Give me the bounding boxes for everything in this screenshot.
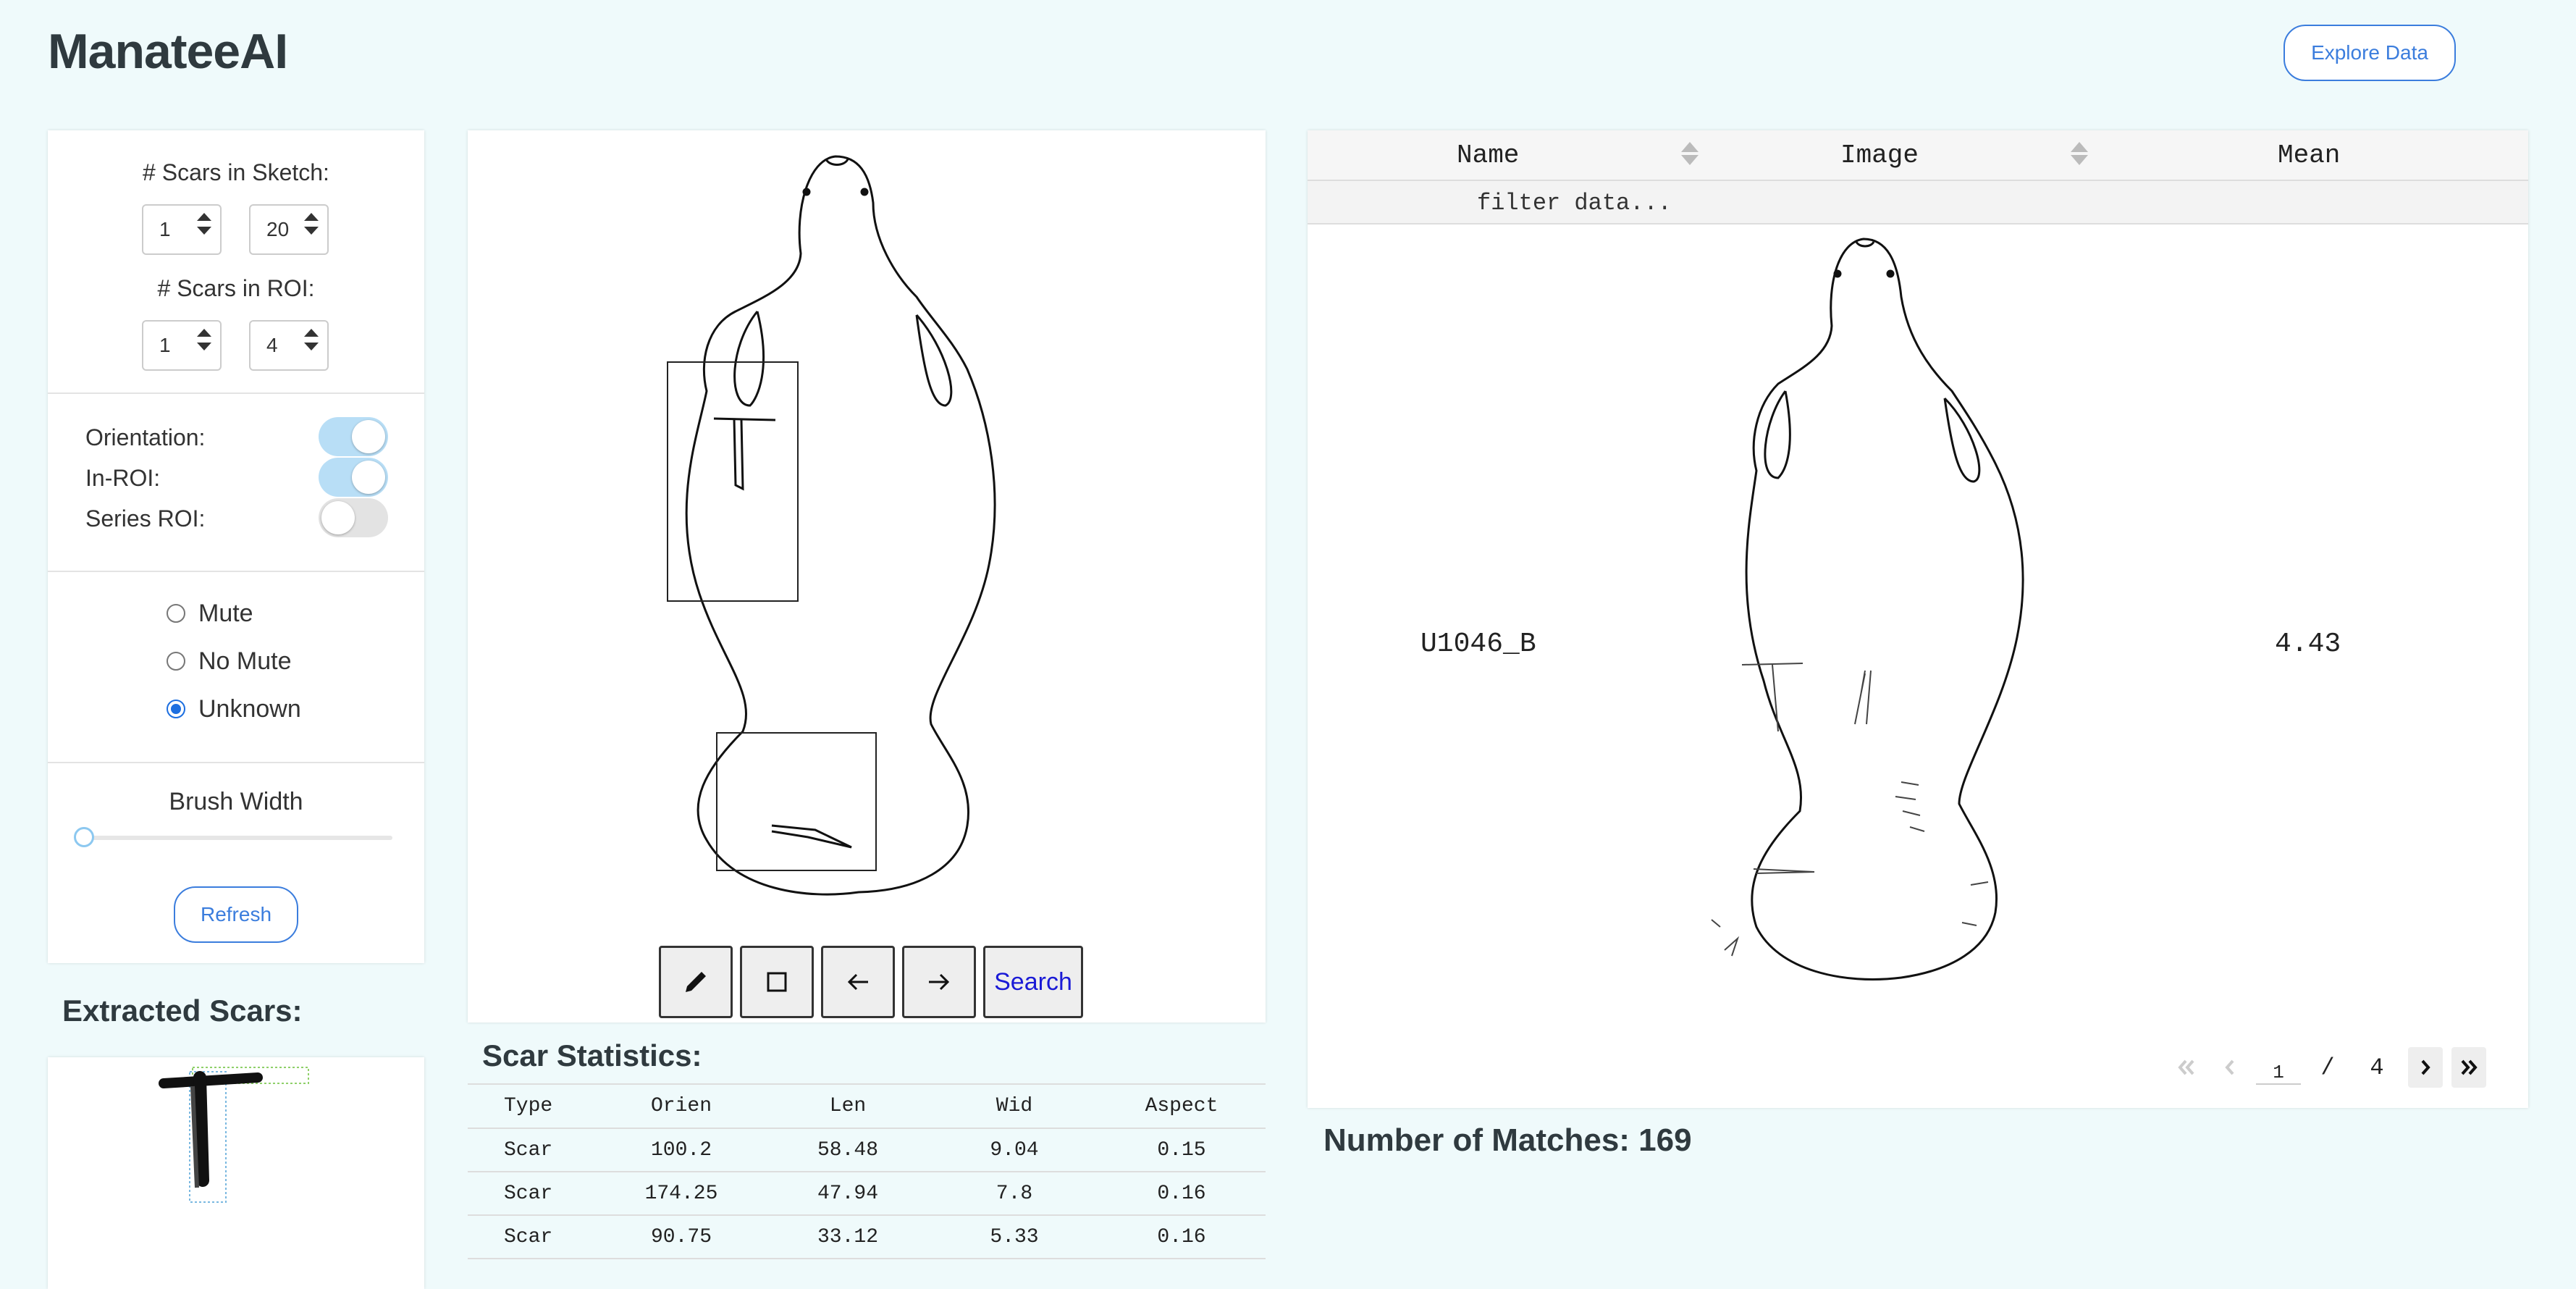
arrow-left-icon (847, 973, 868, 991)
column-header: Aspect (1098, 1085, 1266, 1129)
scars-sketch-label: # Scars in Sketch: (143, 159, 329, 185)
chevron-right-icon (2421, 1059, 2430, 1075)
grid-header: Name Image Mean (1308, 130, 2528, 181)
next-page-button[interactable] (2408, 1047, 2443, 1088)
mute-radio[interactable] (167, 604, 185, 623)
page-input[interactable]: 1 (2256, 1050, 2301, 1085)
no-mute-radio[interactable] (167, 652, 185, 671)
extracted-scars-heading: Extracted Scars: (62, 994, 303, 1028)
series-roi-label: Series ROI: (85, 505, 206, 532)
name-column-header[interactable]: Name (1457, 140, 1519, 170)
pencil-icon (686, 972, 706, 992)
brush-width-label: Brush Width (169, 788, 303, 815)
divider (48, 762, 424, 763)
results-grid: Name Image Mean filter data... U1046_B 4… (1308, 130, 2528, 1108)
pagination: 1 / 4 (2169, 1047, 2486, 1088)
arrow-right-icon (929, 973, 950, 991)
extracted-scars-panel (48, 1057, 424, 1289)
no-mute-label: No Mute (198, 647, 292, 675)
mean-column-header[interactable]: Mean (2278, 140, 2340, 170)
sort-icon[interactable] (1681, 142, 1699, 165)
pencil-tool-button[interactable] (659, 946, 733, 1018)
table-header-row: Type Orien Len Wid Aspect (468, 1085, 1266, 1129)
page-total: 4 (2370, 1054, 2384, 1081)
scars-roi-min-input[interactable]: 1 (142, 320, 222, 371)
image-column-header[interactable]: Image (1840, 140, 1919, 170)
orientation-toggle[interactable] (319, 417, 388, 456)
stepper-arrows-icon[interactable] (304, 213, 319, 235)
column-header: Type (468, 1085, 598, 1129)
unknown-radio[interactable] (167, 700, 185, 718)
divider (48, 392, 424, 394)
scars-sketch-max-input[interactable]: 20 (249, 204, 329, 255)
table-row: Scar 100.2 58.48 9.04 0.15 (468, 1128, 1266, 1172)
stepper-arrows-icon[interactable] (197, 329, 211, 350)
sketch-panel: Search (468, 130, 1266, 1023)
in-roi-label: In-ROI: (85, 465, 161, 491)
column-header: Orien (598, 1085, 765, 1129)
unknown-label: Unknown (198, 695, 301, 723)
number-of-matches: Number of Matches: 169 (1323, 1122, 1692, 1158)
series-roi-toggle[interactable] (319, 498, 388, 537)
last-page-button[interactable] (2451, 1047, 2486, 1088)
first-page-button[interactable] (2169, 1047, 2204, 1088)
brush-width-slider[interactable] (83, 836, 392, 840)
scar-statistics-table: Type Orien Len Wid Aspect Scar 100.2 58.… (468, 1085, 1266, 1259)
rectangle-tool-button[interactable] (740, 946, 814, 1018)
brush-width-thumb[interactable] (74, 827, 94, 847)
in-roi-toggle[interactable] (319, 458, 388, 497)
scars-roi-label: # Scars in ROI: (157, 275, 315, 301)
prev-page-button[interactable] (2213, 1047, 2247, 1088)
filter-input[interactable]: filter data... (1477, 190, 1672, 217)
square-icon (767, 972, 787, 992)
stepper-arrows-icon[interactable] (197, 213, 211, 235)
result-mean-cell: 4.43 (2275, 629, 2341, 660)
column-header: Len (765, 1085, 931, 1129)
search-button[interactable]: Search (983, 946, 1083, 1018)
app-title: ManateeAI (48, 24, 288, 79)
scars-roi-max-input[interactable]: 4 (249, 320, 329, 371)
column-header: Wid (931, 1085, 1098, 1129)
filter-row: filter data... (1308, 181, 2528, 224)
scar-statistics-table-wrap: Type Orien Len Wid Aspect Scar 100.2 58.… (468, 1083, 1266, 1259)
scar-statistics-heading: Scar Statistics: (482, 1038, 702, 1072)
result-manatee-image (1711, 238, 2024, 981)
sketch-canvas[interactable] (468, 130, 1266, 934)
divider (48, 571, 424, 572)
table-row: Scar 90.75 33.12 5.33 0.16 (468, 1215, 1266, 1259)
table-row: Scar 174.25 47.94 7.8 0.16 (468, 1172, 1266, 1216)
redo-button[interactable] (902, 946, 976, 1018)
scars-sketch-min-input[interactable]: 1 (142, 204, 222, 255)
double-chevron-right-icon (2461, 1059, 2478, 1075)
refresh-button[interactable]: Refresh (174, 886, 298, 943)
sketch-toolbar: Search (659, 946, 1083, 1018)
double-chevron-left-icon (2178, 1059, 2194, 1075)
explore-data-button[interactable]: Explore Data (2284, 25, 2456, 81)
mute-label: Mute (198, 600, 253, 627)
undo-button[interactable] (821, 946, 895, 1018)
sort-icon[interactable] (2071, 142, 2088, 165)
result-name-cell: U1046_B (1420, 629, 1536, 660)
controls-panel: # Scars in Sketch: 1 20 # Scars in ROI: … (48, 130, 424, 963)
stepper-arrows-icon[interactable] (304, 329, 319, 350)
extracted-scar-image (159, 1067, 309, 1203)
orientation-label: Orientation: (85, 424, 206, 450)
chevron-left-icon (2225, 1059, 2234, 1075)
page-separator: / (2320, 1054, 2335, 1081)
